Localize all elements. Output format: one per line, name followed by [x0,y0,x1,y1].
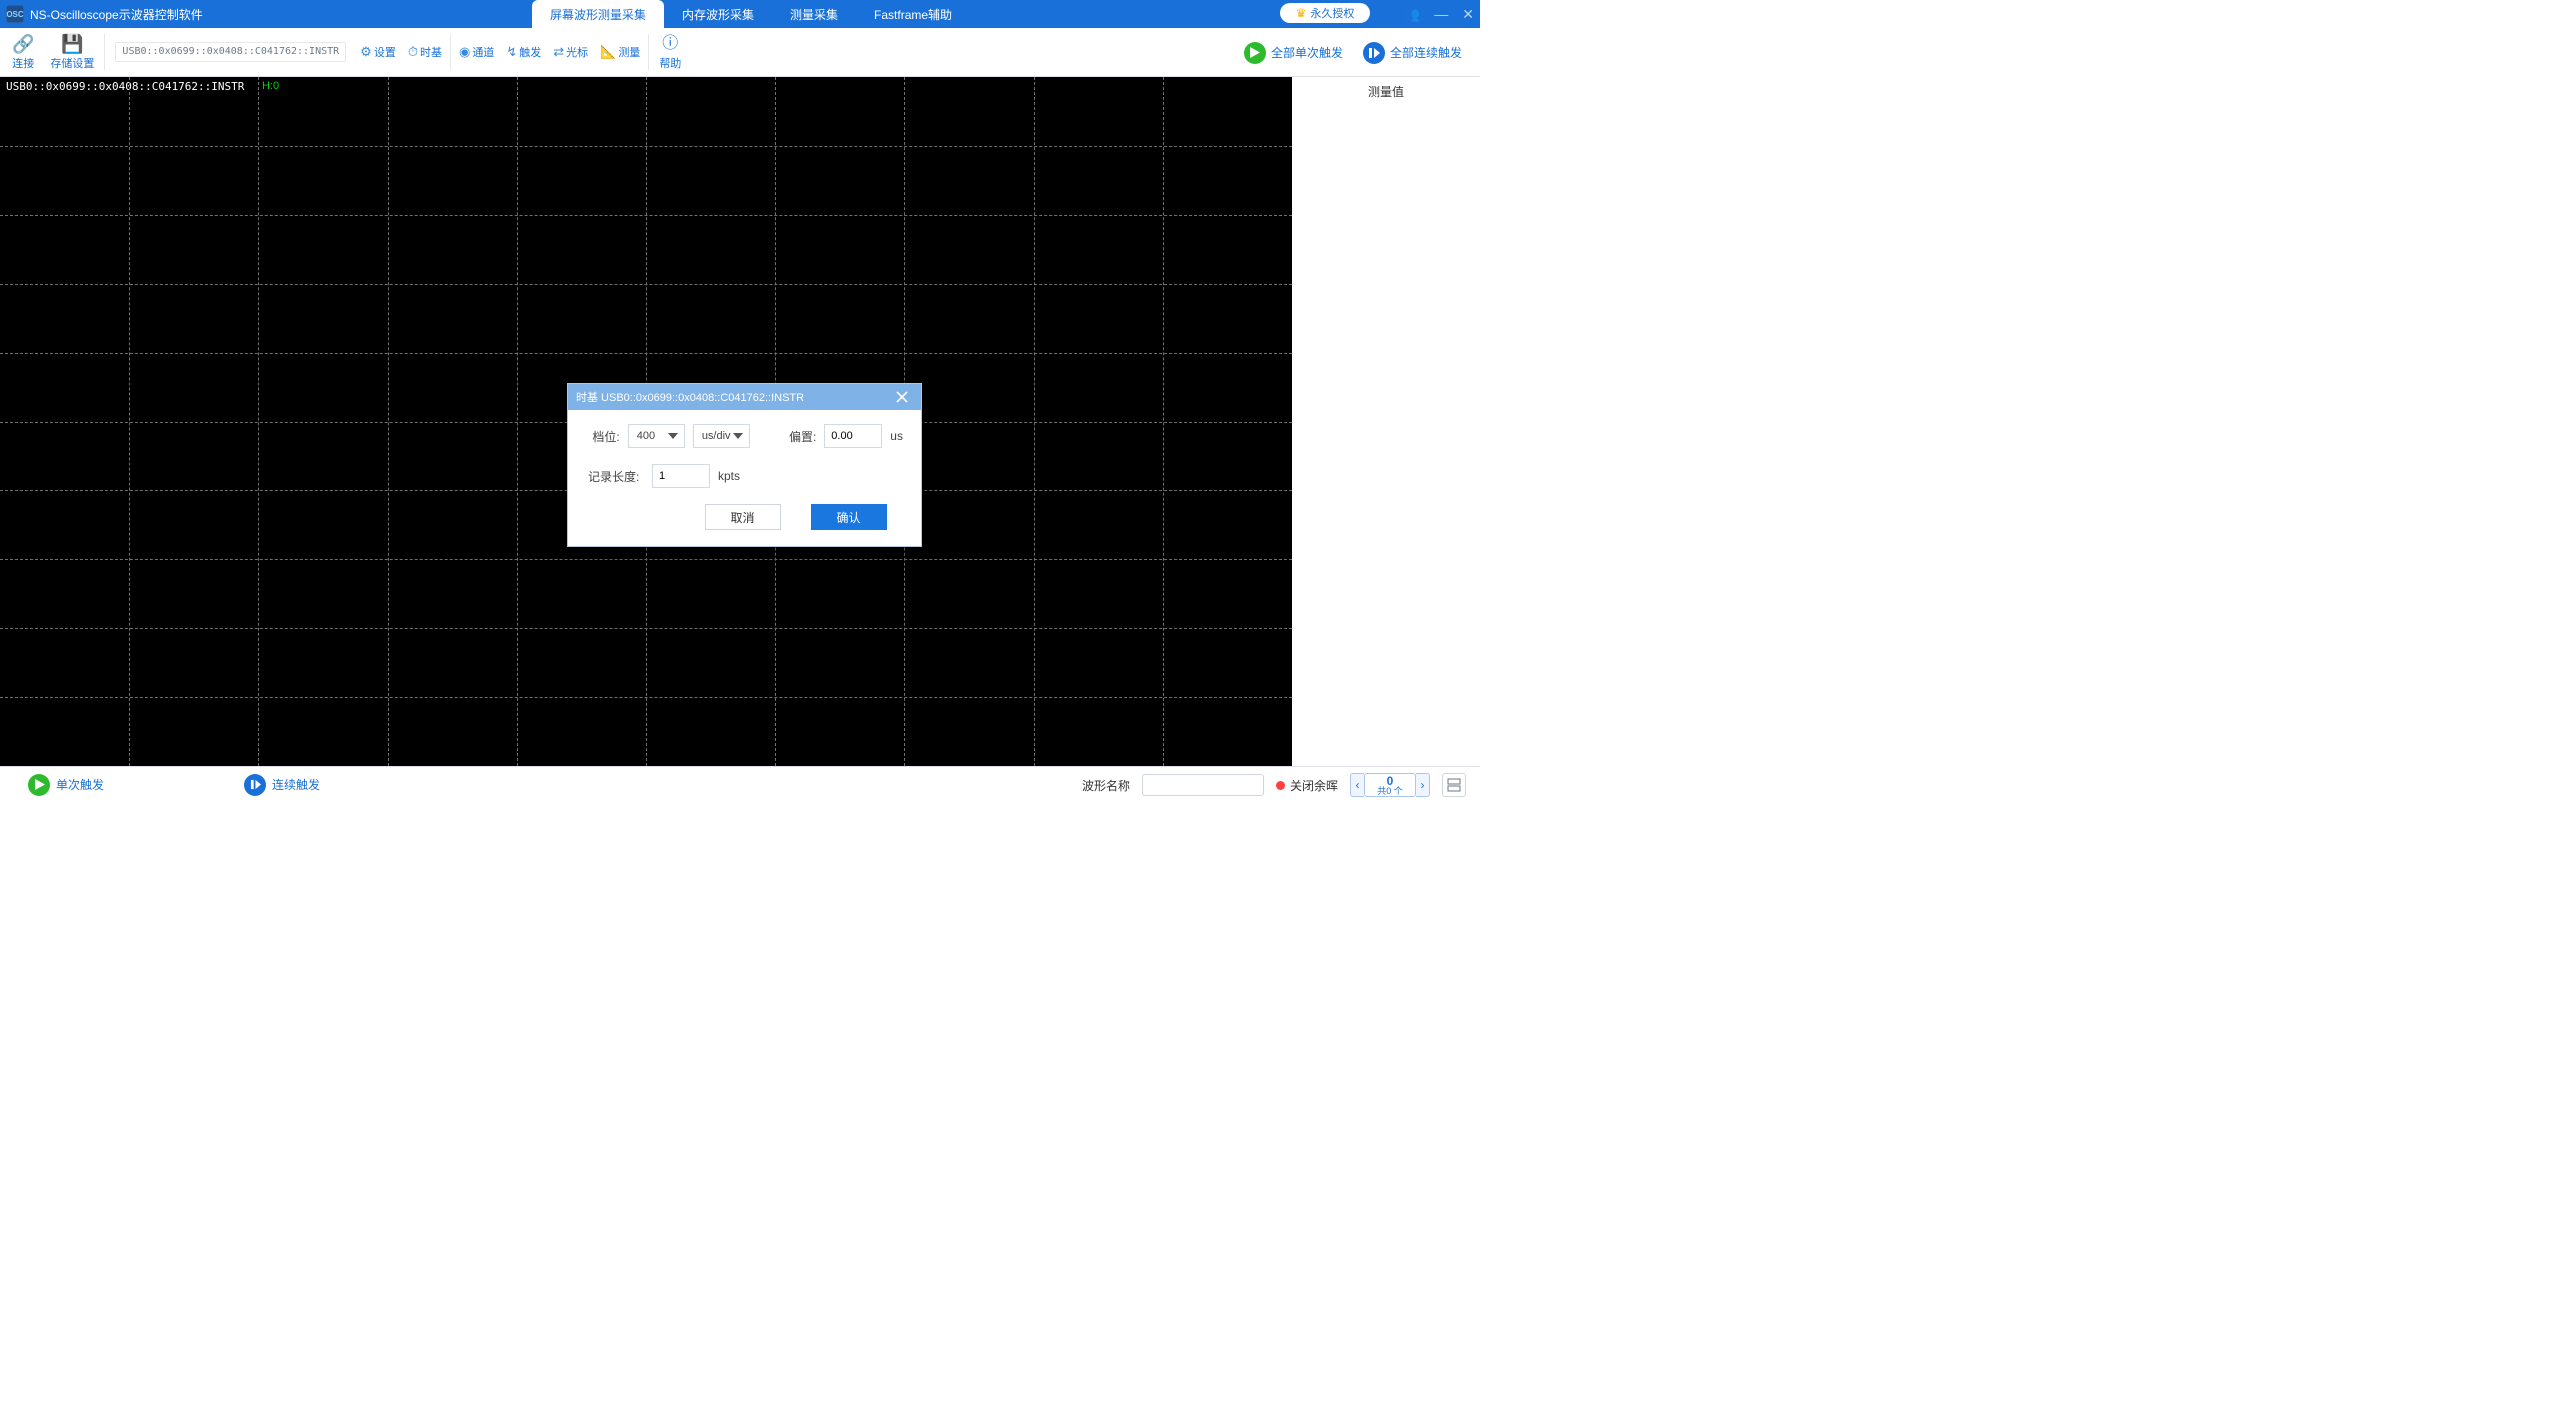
tab-screen-waveform[interactable]: 屏幕波形测量采集 [532,0,664,28]
frame-counter: ‹ 0 共0 个 › [1350,773,1430,797]
dialog-title: 时基 USB0::0x0699::0x0408::C041762::INSTR [576,389,804,405]
oscilloscope-display[interactable]: USB0::0x0699::0x0408::C041762::INSTR H:0… [0,77,1292,766]
license-label: 永久授权 [1310,5,1354,21]
tab-measure-acquire[interactable]: 测量采集 [772,0,856,28]
play-icon [1244,42,1266,64]
chevron-down-icon [733,433,743,439]
tab-fastframe[interactable]: Fastframe辅助 [856,0,970,28]
gear-label: 档位: [588,428,620,445]
afterglow-toggle[interactable]: 关闭余晖 [1276,777,1338,794]
channel-button[interactable]: ◉ 通道 [453,28,500,76]
gear-select[interactable]: 400 [628,424,685,448]
users-icon[interactable]: 👥 [1403,6,1420,23]
timebase-button[interactable]: ⏱ 时基 [402,28,448,76]
titlebar: OSC NS-Oscilloscope示波器控制软件 屏幕波形测量采集 内存波形… [0,0,1480,28]
license-badge[interactable]: ♛ 永久授权 [1280,3,1370,23]
instrument-path-display: USB0::0x0699::0x0408::C041762::INSTR [115,42,346,62]
counter-prev-button[interactable]: ‹ [1350,773,1364,797]
counter-next-button[interactable]: › [1416,773,1430,797]
crown-icon: ♛ [1296,6,1307,20]
chevron-down-icon [668,433,678,439]
continuous-trigger-button[interactable]: 连续触发 [244,774,320,796]
dialog-close-button[interactable] [891,386,913,408]
layout-button[interactable] [1442,773,1466,797]
record-dot-icon [1276,781,1285,790]
offset-unit: us [890,429,903,443]
gear-unit-select[interactable]: us/div [693,424,750,448]
tab-memory-waveform[interactable]: 内存波形采集 [664,0,772,28]
run-all-continuous-button[interactable]: 全部连续触发 [1353,42,1472,64]
ok-button[interactable]: 确认 [811,504,887,530]
waveform-name-label: 波形名称 [1082,777,1130,794]
toolbar-separator [104,34,105,70]
measurement-panel-title: 测量值 [1302,83,1470,100]
toolbar: 🔗 连接 💾 存储设置 USB0::0x0699::0x0408::C04176… [0,28,1480,77]
waveform-name-input[interactable] [1142,774,1264,796]
cancel-button[interactable]: 取消 [705,504,781,530]
counter-display: 0 共0 个 [1364,773,1416,797]
play-icon [28,774,50,796]
main-tabs: 屏幕波形测量采集 内存波形采集 测量采集 Fastframe辅助 [532,0,970,28]
channel-icon: ◉ [459,44,470,60]
save-icon: 💾 [61,33,83,55]
play-pause-icon [1363,42,1385,64]
toolbar-separator [450,34,451,70]
cursor-button[interactable]: ⇄ 光标 [547,28,594,76]
toolbar-separator [648,34,649,70]
toolbar-right: 全部单次触发 全部连续触发 [1234,28,1472,77]
storage-settings-button[interactable]: 💾 存储设置 [42,28,102,76]
bottom-right-controls: 波形名称 关闭余晖 ‹ 0 共0 个 › [1082,767,1466,803]
measurement-panel: 测量值 [1292,77,1480,766]
trigger-icon: ↯ [506,44,517,60]
reclen-label: 记录长度: [588,468,644,485]
single-trigger-button[interactable]: 单次触发 [28,774,104,796]
run-all-single-button[interactable]: 全部单次触发 [1234,42,1353,64]
timebase-icon: ⏱ [408,44,418,60]
close-button[interactable]: ✕ [1462,6,1474,23]
bottom-bar: 单次触发 连续触发 波形名称 关闭余晖 ‹ 0 共0 个 › [0,766,1480,802]
dialog-titlebar[interactable]: 时基 USB0::0x0699::0x0408::C041762::INSTR [568,384,921,410]
offset-label: 偏置: [785,428,817,445]
link-icon: 🔗 [12,33,34,55]
app-icon: OSC [6,5,24,23]
offset-input[interactable] [824,424,882,448]
minimize-button[interactable]: — [1434,6,1448,22]
dialog-body: 档位: 400 us/div 偏置: us 记录长度: kpts [568,410,921,546]
main-area: USB0::0x0699::0x0408::C041762::INSTR H:0… [0,77,1480,766]
ruler-icon: 📐 [600,44,616,60]
reclen-input[interactable] [652,464,710,488]
measure-button[interactable]: 📐 测量 [594,28,646,76]
reclen-unit: kpts [718,469,740,483]
app-title: NS-Oscilloscope示波器控制软件 [30,6,203,23]
help-button[interactable]: ⓘ 帮助 [651,28,689,76]
play-pause-icon [244,774,266,796]
settings-button[interactable]: ⚙ 设置 [354,28,402,76]
timebase-dialog: 时基 USB0::0x0699::0x0408::C041762::INSTR … [567,383,922,547]
connect-button[interactable]: 🔗 连接 [4,28,42,76]
cursor-icon: ⇄ [553,44,564,60]
window-buttons: 👥 — ✕ [1403,0,1474,28]
help-icon: ⓘ [662,33,678,55]
gear-icon: ⚙ [360,44,372,60]
trigger-button[interactable]: ↯ 触发 [500,28,547,76]
